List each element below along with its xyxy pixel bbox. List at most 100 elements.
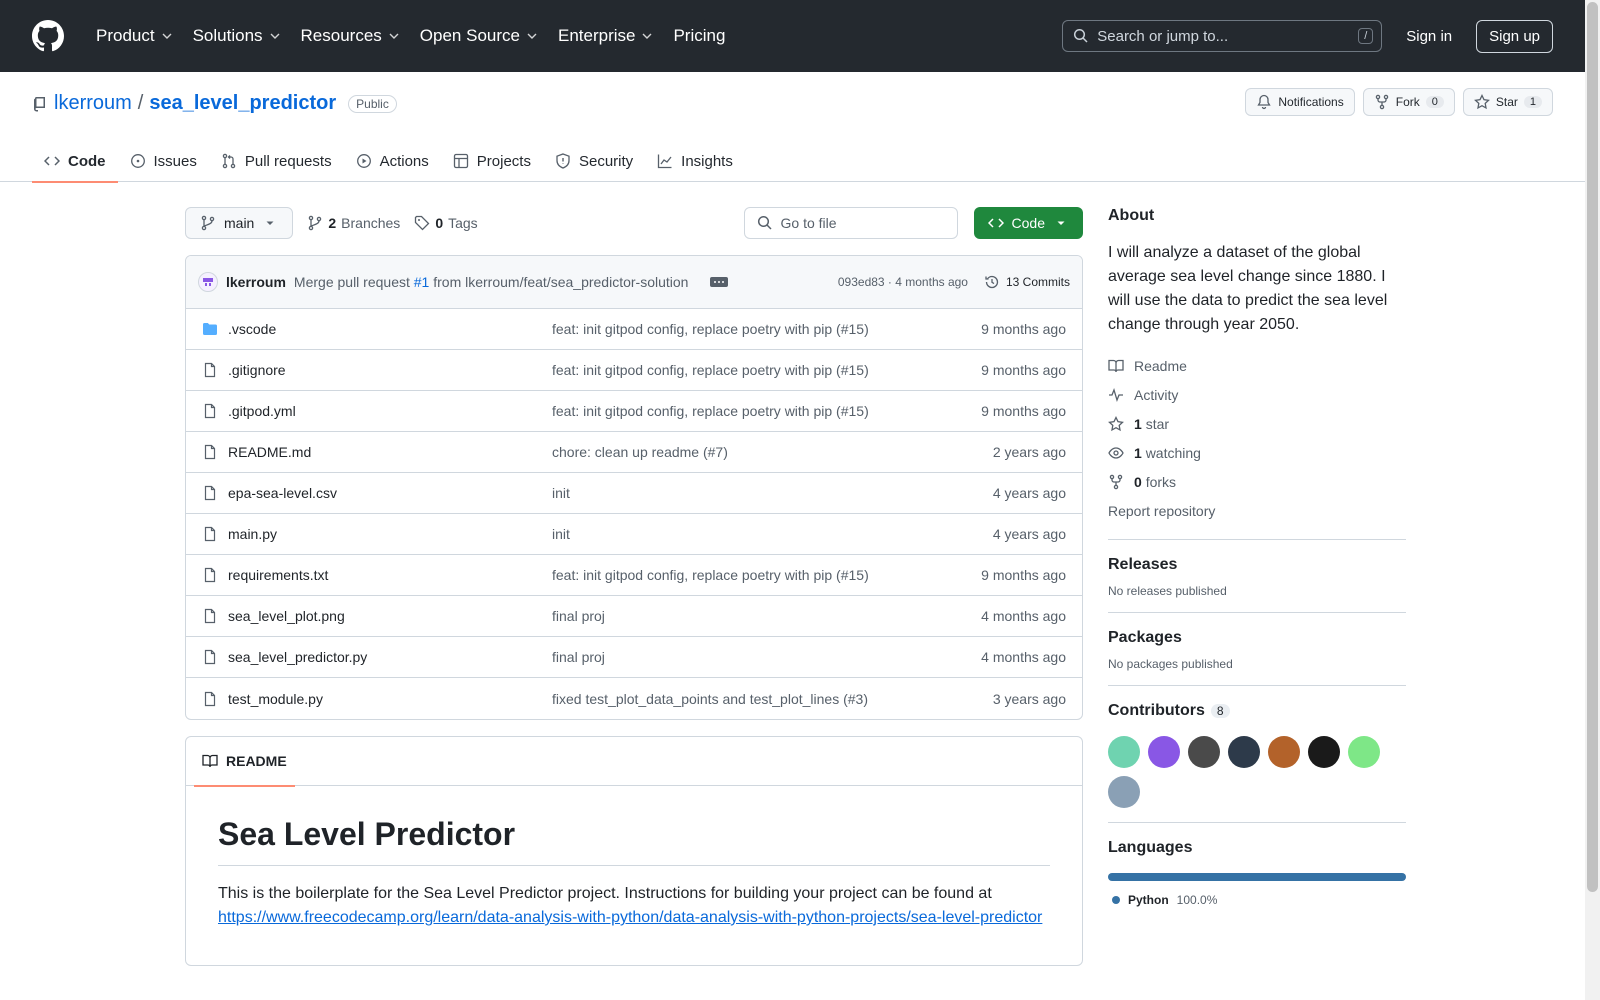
- file-name-link[interactable]: sea_level_predictor.py: [202, 649, 552, 665]
- tags-count: 0: [435, 215, 444, 231]
- tags-label: Tags: [448, 215, 478, 231]
- file-row[interactable]: README.md chore: clean up readme (#7) 2 ye…: [186, 432, 1082, 473]
- code-icon: [44, 156, 60, 166]
- play-icon: [356, 154, 371, 168]
- file-row[interactable]: test_module.py fixed test_plot_data_point…: [186, 678, 1082, 719]
- file-commit-message[interactable]: feat: init gitpod config, replace poetry…: [552, 567, 981, 583]
- file-row[interactable]: .gitpod.yml feat: init gitpod config, rep…: [186, 391, 1082, 432]
- star-button[interactable]: Star 1: [1462, 88, 1553, 116]
- readme-panel: README Sea Level Predictor This is the b…: [185, 736, 1083, 966]
- file-commit-message[interactable]: fixed test_plot_data_points and test_plo…: [552, 691, 993, 707]
- language-item[interactable]: Python 100.0%: [1108, 893, 1406, 907]
- file-name-link[interactable]: main.py: [202, 526, 552, 542]
- file-commit-message[interactable]: final proj: [552, 649, 981, 665]
- tab-actions[interactable]: Actions: [344, 140, 441, 182]
- file-row[interactable]: sea_level_predictor.py final proj 4 months…: [186, 637, 1082, 678]
- readme-tab[interactable]: README: [194, 737, 295, 787]
- fork-button[interactable]: Fork 0: [1362, 88, 1455, 116]
- commit-hash-age[interactable]: 093ed83 · 4 months ago: [838, 275, 968, 289]
- file-name-link[interactable]: sea_level_plot.png: [202, 608, 552, 624]
- nav-open-source[interactable]: Open Source: [410, 20, 548, 52]
- fork-icon: [1109, 474, 1123, 489]
- branch-select-button[interactable]: main: [185, 207, 294, 239]
- avatar[interactable]: [1228, 736, 1260, 768]
- file-commit-message[interactable]: final proj: [552, 608, 981, 624]
- file-commit-message[interactable]: init: [552, 526, 993, 542]
- avatar[interactable]: [1188, 736, 1220, 768]
- packages-title[interactable]: Packages: [1108, 629, 1406, 647]
- file-row[interactable]: requirements.txt feat: init gitpod config…: [186, 555, 1082, 596]
- file-commit-message[interactable]: init: [552, 485, 993, 501]
- avatar[interactable]: [1268, 736, 1300, 768]
- forks-count: 0: [1134, 473, 1142, 490]
- report-repository-link[interactable]: Report repository: [1108, 496, 1406, 525]
- contributors-title[interactable]: Contributors 8: [1108, 702, 1406, 720]
- about-links: Readme Activity 1 star 1 watching 0 fork…: [1108, 351, 1406, 525]
- sidebar: About I will analyze a dataset of the gl…: [1108, 207, 1406, 907]
- avatar[interactable]: [1308, 736, 1340, 768]
- watching-link[interactable]: 1 watching: [1108, 438, 1406, 467]
- file-name-link[interactable]: requirements.txt: [202, 567, 552, 583]
- file-name-link[interactable]: epa-sea-level.csv: [202, 485, 552, 501]
- global-search-input[interactable]: Search or jump to... /: [1062, 20, 1383, 52]
- file-row[interactable]: sea_level_plot.png final proj 4 months ago: [186, 596, 1082, 637]
- file-row[interactable]: main.py init 4 years ago: [186, 514, 1082, 555]
- file-name-link[interactable]: .gitpod.yml: [202, 403, 552, 419]
- forks-link[interactable]: 0 forks: [1108, 467, 1406, 496]
- tab-code[interactable]: Code: [32, 140, 118, 183]
- file-name-link[interactable]: README.md: [202, 444, 552, 460]
- sign-in-link[interactable]: Sign in: [1396, 28, 1462, 45]
- repo-name-link[interactable]: sea_level_predictor: [149, 92, 336, 115]
- commit-author-link[interactable]: lkerroum: [226, 274, 286, 290]
- nav-product[interactable]: Product: [86, 20, 183, 52]
- file-commit-message[interactable]: feat: init gitpod config, replace poetry…: [552, 403, 981, 419]
- readme-link-sidebar[interactable]: Readme: [1108, 351, 1406, 380]
- github-logo-icon[interactable]: [32, 20, 64, 52]
- tab-insights[interactable]: Insights: [645, 140, 745, 182]
- readme-link[interactable]: https://www.freecodecamp.org/learn/data-…: [218, 909, 1042, 926]
- nav-solutions[interactable]: Solutions: [183, 20, 291, 52]
- file-row[interactable]: .vscode feat: init gitpod config, replace…: [186, 309, 1082, 350]
- stars-link[interactable]: 1 star: [1108, 409, 1406, 438]
- go-to-file-input[interactable]: Go to file: [743, 207, 958, 239]
- file-toolbar: main 2 Branches 0 Tags Go to file Code: [185, 207, 1083, 239]
- sign-up-button[interactable]: Sign up: [1476, 19, 1553, 53]
- tab-security[interactable]: Security: [543, 140, 645, 182]
- tags-link[interactable]: 0 Tags: [414, 215, 478, 231]
- avatar[interactable]: [198, 272, 218, 292]
- repo-actions: Notifications Fork 0 Star 1: [1245, 88, 1553, 116]
- commit-message[interactable]: Merge pull request #1 from lkerroum/feat…: [294, 274, 689, 290]
- branches-link[interactable]: 2 Branches: [307, 215, 400, 231]
- commits-history-link[interactable]: 13 Commits: [984, 274, 1070, 290]
- expand-commit-button[interactable]: [710, 277, 729, 287]
- file-commit-message[interactable]: feat: init gitpod config, replace poetry…: [552, 362, 981, 378]
- file-commit-message[interactable]: feat: init gitpod config, replace poetry…: [552, 321, 981, 337]
- tab-issues[interactable]: Issues: [118, 140, 209, 182]
- scrollbar-thumb[interactable]: [1587, 2, 1598, 892]
- tab-pull-requests[interactable]: Pull requests: [209, 140, 344, 182]
- file-commit-message[interactable]: chore: clean up readme (#7): [552, 444, 993, 460]
- file-commit-age: 3 years ago: [992, 690, 1066, 707]
- file-name-link[interactable]: .vscode: [202, 321, 552, 337]
- repo-owner-link[interactable]: lkerroum: [54, 92, 132, 115]
- tab-projects[interactable]: Projects: [441, 140, 543, 182]
- avatar[interactable]: [1148, 736, 1180, 768]
- nav-resources[interactable]: Resources: [291, 20, 410, 52]
- avatar[interactable]: [1108, 736, 1140, 768]
- avatar[interactable]: [1108, 776, 1140, 808]
- notifications-button[interactable]: Notifications: [1245, 88, 1355, 116]
- activity-link[interactable]: Activity: [1108, 380, 1406, 409]
- page-scrollbar[interactable]: [1585, 0, 1600, 1000]
- commit-pr-link[interactable]: #1: [414, 274, 430, 290]
- file-name-link[interactable]: test_module.py: [202, 691, 552, 707]
- nav-solutions-label: Solutions: [192, 26, 263, 45]
- file-icon: [204, 362, 216, 378]
- file-name-link[interactable]: .gitignore: [202, 362, 552, 378]
- file-row[interactable]: epa-sea-level.csv init 4 years ago: [186, 473, 1082, 514]
- file-row[interactable]: .gitignore feat: init gitpod config, repl…: [186, 350, 1082, 391]
- code-button[interactable]: Code: [973, 207, 1083, 239]
- nav-pricing[interactable]: Pricing: [663, 20, 735, 52]
- nav-enterprise[interactable]: Enterprise: [548, 20, 663, 52]
- releases-title[interactable]: Releases: [1108, 556, 1406, 574]
- avatar[interactable]: [1348, 736, 1380, 768]
